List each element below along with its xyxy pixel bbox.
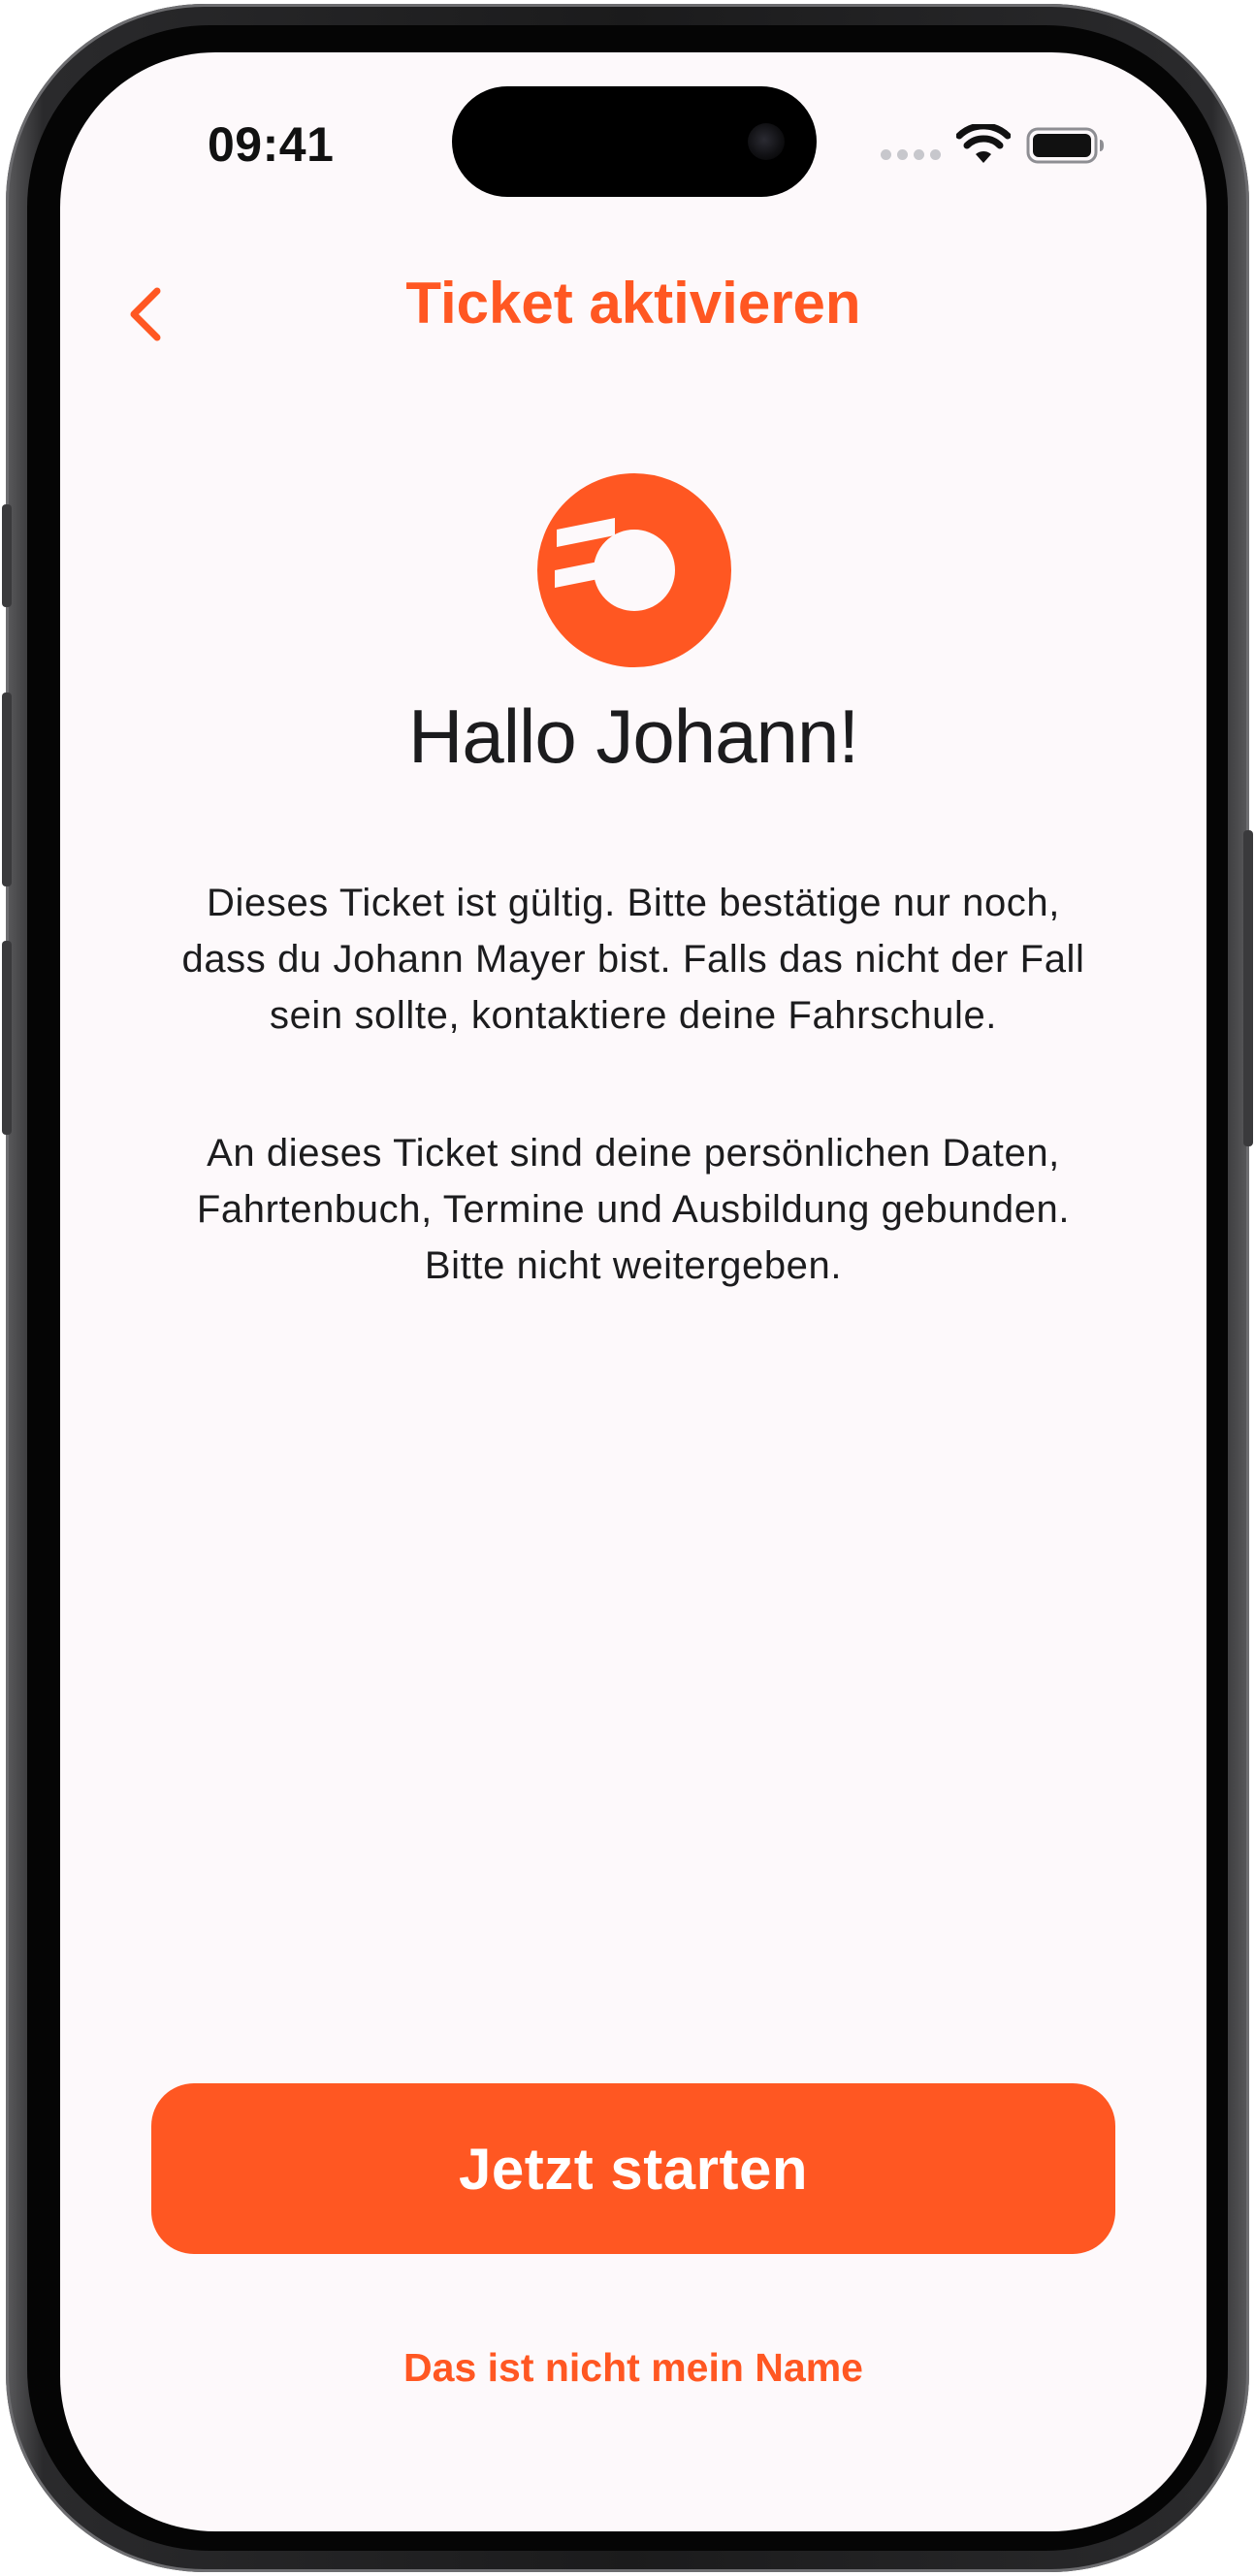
camera-icon <box>748 123 785 160</box>
greeting-heading: Hallo Johann! <box>408 693 859 779</box>
status-time: 09:41 <box>208 117 335 172</box>
wifi-icon <box>956 124 1011 163</box>
screen: 09:41 Ticket aktivieren Hallo Johann! Di… <box>60 52 1207 2531</box>
brand-logo-icon <box>537 473 731 667</box>
dynamic-island <box>452 86 817 197</box>
volume-down-button <box>2 941 12 1135</box>
start-button[interactable]: Jetzt starten <box>151 2083 1115 2254</box>
not-my-name-link[interactable]: Das ist nicht mein Name <box>60 2345 1207 2391</box>
phone-frame: 09:41 Ticket aktivieren Hallo Johann! Di… <box>2 4 1253 2572</box>
cellular-signal-icon <box>881 149 941 160</box>
volume-up-button <box>2 692 12 886</box>
action-button <box>2 504 12 607</box>
page-title: Ticket aktivieren <box>405 271 861 336</box>
ticket-binding-paragraph: An dieses Ticket sind deine persönlichen… <box>196 1132 1071 1287</box>
battery-icon <box>1026 127 1104 164</box>
power-button <box>1243 830 1253 1146</box>
ticket-valid-paragraph: Dieses Ticket ist gültig. Bitte bestätig… <box>181 882 1085 1037</box>
